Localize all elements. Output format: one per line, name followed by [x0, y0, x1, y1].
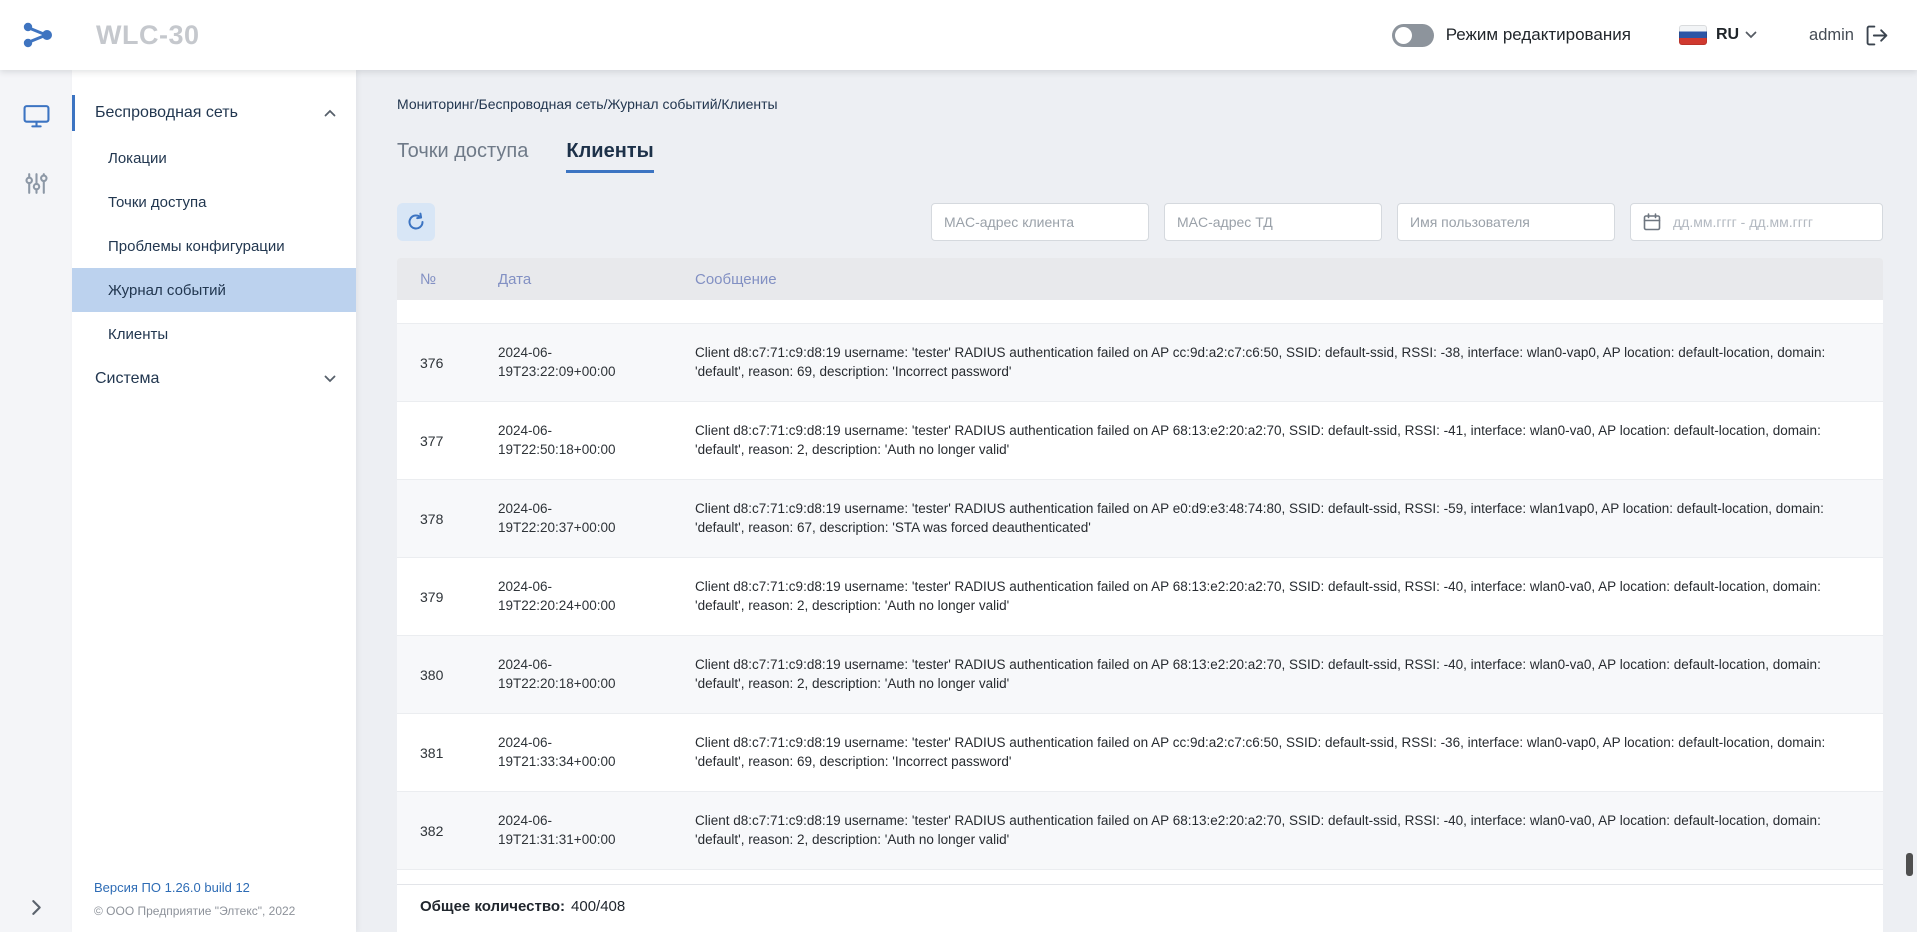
breadcrumb: Мониторинг/Беспроводная сеть/Журнал собы… [397, 96, 1883, 112]
main-content: Мониторинг/Беспроводная сеть/Журнал собы… [356, 70, 1917, 932]
client-mac-filter-input[interactable] [931, 203, 1149, 241]
chevron-up-icon [324, 104, 336, 122]
row-date: 2024-06-19T21:31:31+00:00 [498, 812, 658, 850]
sidebar-item-4[interactable]: Журнал событий [72, 268, 356, 312]
sidebar-item-label: Клиенты [108, 326, 168, 343]
row-number: 379 [420, 589, 498, 605]
date-range-filter [1630, 203, 1883, 241]
sidebar-group-label: Беспроводная сеть [95, 104, 324, 122]
sidebar-item-label: Точки доступа [108, 194, 207, 211]
row-message: Client d8:c7:71:c9:d8:19 username: 'test… [695, 656, 1883, 694]
sidebar-item-label: Локации [108, 150, 167, 167]
row-message: Client d8:c7:71:c9:d8:19 username: 'test… [695, 500, 1883, 538]
column-header-number: № [420, 271, 498, 288]
row-date: 2024-06-19T22:20:18+00:00 [498, 656, 658, 694]
row-number: 381 [420, 745, 498, 761]
sidebar-footer: Версия ПО 1.26.0 build 12 © ООО Предприя… [72, 879, 356, 932]
sidebar-group-system[interactable]: Система [72, 356, 356, 402]
column-header-message: Сообщение [695, 271, 1883, 288]
table-summary: Общее количество: 400/408 [397, 884, 1883, 932]
app-logo [20, 19, 58, 51]
event-log-row: 382 2024-06-19T21:31:31+00:00 Client d8:… [397, 792, 1883, 870]
scrolled-row-remainder [397, 300, 1883, 324]
refresh-button[interactable] [397, 203, 435, 241]
refresh-icon [406, 212, 426, 232]
app-title: WLC-30 [96, 20, 200, 51]
settings-nav-button[interactable] [24, 171, 49, 196]
sidebar-item-2[interactable]: Точки доступа [72, 180, 356, 224]
sidebar-item-3[interactable]: Проблемы конфигурации [72, 224, 356, 268]
copyright-label: © ООО Предприятие "Элтекс", 2022 [94, 904, 340, 918]
row-date: 2024-06-19T23:22:09+00:00 [498, 344, 658, 382]
language-label: RU [1716, 26, 1739, 44]
row-number: 377 [420, 433, 498, 449]
row-message: Client d8:c7:71:c9:d8:19 username: 'test… [695, 734, 1883, 772]
row-number: 376 [420, 355, 498, 371]
row-message: Client d8:c7:71:c9:d8:19 username: 'test… [695, 812, 1883, 850]
row-date: 2024-06-19T21:33:34+00:00 [498, 734, 658, 772]
language-selector[interactable]: RU [1716, 26, 1757, 44]
event-log-row: 381 2024-06-19T21:33:34+00:00 Client d8:… [397, 714, 1883, 792]
eltex-network-logo-icon [20, 19, 56, 51]
sidebar: Беспроводная сеть Локации Точки доступа … [72, 70, 356, 932]
logout-button[interactable] [1866, 25, 1889, 46]
sidebar-item-1[interactable]: Локации [72, 136, 356, 180]
monitoring-nav-button[interactable] [23, 104, 50, 129]
ru-flag-icon [1679, 25, 1707, 45]
row-number: 378 [420, 511, 498, 527]
table-header-row: № Дата Сообщение [397, 258, 1883, 300]
tab-clients[interactable]: Клиенты [566, 140, 653, 173]
sidebar-item-label: Проблемы конфигурации [108, 238, 285, 255]
chevron-right-icon [31, 899, 42, 916]
monitor-icon [23, 104, 50, 129]
row-date: 2024-06-19T22:20:24+00:00 [498, 578, 658, 616]
chevron-down-icon [1745, 31, 1757, 39]
event-log-row: 377 2024-06-19T22:50:18+00:00 Client d8:… [397, 402, 1883, 480]
tab-bar: Точки доступа Клиенты [397, 140, 1883, 173]
vertical-scrollbar-thumb[interactable] [1906, 853, 1913, 876]
icon-rail [0, 70, 72, 932]
chevron-down-icon [324, 370, 336, 388]
edit-mode-toggle[interactable] [1392, 24, 1434, 47]
username-label: admin [1809, 26, 1854, 45]
tab-access-points[interactable]: Точки доступа [397, 140, 528, 173]
firmware-version-link[interactable]: Версия ПО 1.26.0 build 12 [94, 880, 250, 895]
event-log-rows: 376 2024-06-19T23:22:09+00:00 Client d8:… [397, 324, 1883, 870]
row-number: 380 [420, 667, 498, 683]
column-header-date: Дата [498, 271, 658, 288]
ap-mac-filter-input[interactable] [1164, 203, 1382, 241]
sidebar-item-5[interactable]: Клиенты [72, 312, 356, 356]
toolbar [397, 203, 1883, 241]
row-number: 382 [420, 823, 498, 839]
sidebar-expand-button[interactable] [0, 899, 72, 916]
next-row-remainder [397, 870, 1883, 884]
sidebar-group-label: Система [95, 370, 324, 388]
total-count-label: Общее количество: [420, 898, 565, 915]
row-date: 2024-06-19T22:20:37+00:00 [498, 500, 658, 538]
event-log-row: 380 2024-06-19T22:20:18+00:00 Client d8:… [397, 636, 1883, 714]
row-message: Client d8:c7:71:c9:d8:19 username: 'test… [695, 422, 1883, 460]
sidebar-section-items: Локации Точки доступа Проблемы конфигура… [72, 136, 356, 356]
sliders-icon [24, 171, 49, 196]
row-message: Client d8:c7:71:c9:d8:19 username: 'test… [695, 578, 1883, 616]
date-range-input[interactable] [1630, 203, 1883, 241]
row-message: Client d8:c7:71:c9:d8:19 username: 'test… [695, 344, 1883, 382]
event-log-row: 379 2024-06-19T22:20:24+00:00 Client d8:… [397, 558, 1883, 636]
total-count-value: 400/408 [571, 898, 625, 915]
logout-icon [1866, 25, 1889, 46]
toggle-knob [1395, 27, 1412, 44]
filters [931, 203, 1883, 241]
row-date: 2024-06-19T22:50:18+00:00 [498, 422, 658, 460]
username-filter-input[interactable] [1397, 203, 1615, 241]
event-log-row: 376 2024-06-19T23:22:09+00:00 Client d8:… [397, 324, 1883, 402]
edit-mode-label: Режим редактирования [1446, 25, 1631, 45]
sidebar-group-wireless[interactable]: Беспроводная сеть [72, 90, 356, 136]
event-log-table: № Дата Сообщение 376 2024-06-19T23:22:09… [397, 258, 1883, 932]
sidebar-item-label: Журнал событий [108, 282, 226, 299]
top-bar: WLC-30 Режим редактирования RU admin [0, 0, 1917, 70]
event-log-row: 378 2024-06-19T22:20:37+00:00 Client d8:… [397, 480, 1883, 558]
